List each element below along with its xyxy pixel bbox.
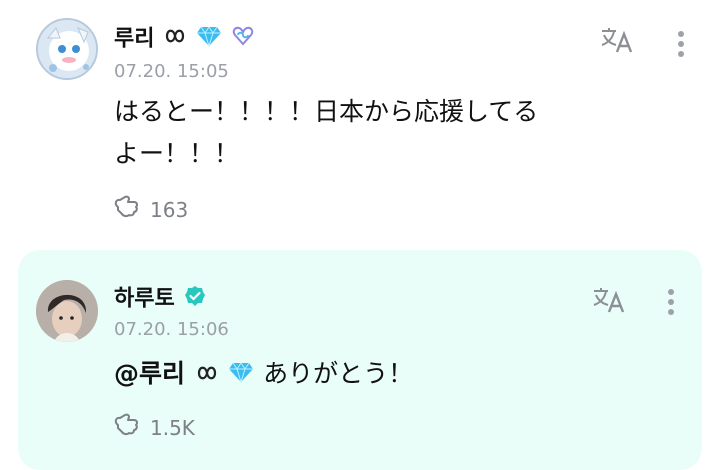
translate-button[interactable]: [592, 286, 626, 316]
comment-card: 루리 07.20. 15:05 はるとー！！！！日本から応援してる よー！！！ …: [0, 0, 720, 240]
author-name[interactable]: 루리: [114, 25, 254, 54]
comment-line-1: はるとー！！！！日本から応援してる: [114, 97, 539, 126]
translate-icon: [601, 28, 633, 53]
author-name[interactable]: 하루토: [114, 285, 206, 314]
translate-button[interactable]: [600, 26, 634, 56]
timestamp: 07.20. 15:05: [114, 61, 229, 82]
gem-icon: [196, 25, 222, 54]
reaction-count: 1.5K: [150, 415, 195, 440]
more-icon: [668, 289, 674, 315]
avatar[interactable]: [36, 18, 98, 80]
comment-line-2: よー！！！: [114, 139, 240, 168]
more-icon: [678, 31, 684, 57]
author-name-text: 루리: [114, 26, 155, 52]
reply-message: ありがとう！: [263, 359, 414, 388]
avatar[interactable]: [36, 280, 98, 342]
infinity-heart-icon: [232, 26, 254, 53]
reaction-button[interactable]: 163: [112, 194, 188, 225]
timestamp: 07.20. 15:06: [114, 319, 229, 340]
reaction-count: 163: [150, 197, 189, 222]
reaction-button[interactable]: 1.5K: [112, 412, 195, 443]
ribbon-icon: [196, 354, 218, 396]
more-button[interactable]: [677, 30, 685, 58]
reaction-icon: [112, 412, 142, 443]
mention-text: @루리: [114, 359, 186, 388]
ribbon-icon: [164, 26, 186, 53]
author-name-text: 하루토: [114, 286, 175, 312]
verified-badge-icon: [184, 285, 206, 314]
mention[interactable]: @루리: [114, 359, 263, 388]
reply-text: @루리 ありがとう！: [114, 353, 413, 396]
artist-reply-card: 하루토 07.20. 15:06 @루리 ありがとう！ 1.5K: [18, 250, 702, 470]
gem-icon: [228, 354, 254, 396]
comment-text: はるとー！！！！日本から応援してる よー！！！: [114, 91, 538, 175]
more-button[interactable]: [667, 288, 675, 316]
reaction-icon: [112, 194, 142, 225]
translate-icon: [593, 288, 625, 313]
